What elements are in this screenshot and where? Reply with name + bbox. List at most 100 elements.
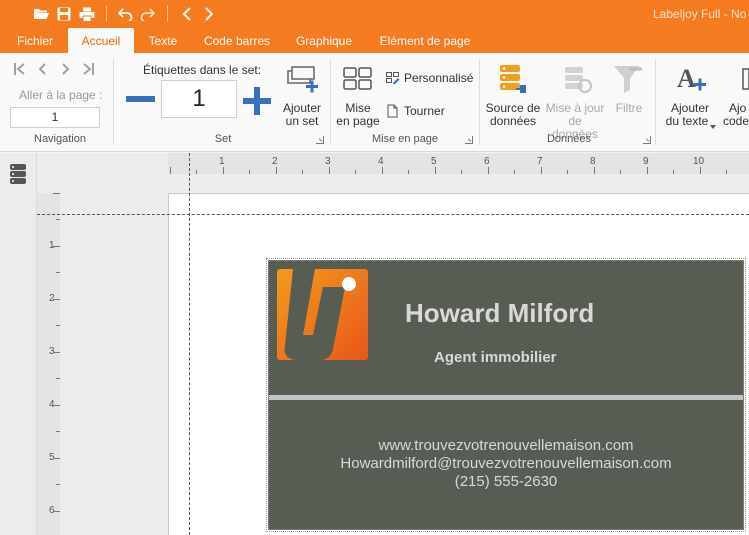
v-ruler-tick [56,325,60,326]
goto-page-label: Aller à la page : [19,88,103,102]
update-data-icon[interactable] [563,65,593,95]
svg-text:A: A [677,64,696,93]
h-ruler-tick [514,170,515,174]
horizontal-ruler: 1 2 3 4 5 6 7 8 9 10 [168,153,749,193]
h-ruler-tick [408,170,409,174]
h-ruler-tick [593,167,595,174]
h-ruler-number: 7 [537,156,543,167]
toolbar-separator [106,6,107,22]
h-ruler-tick [646,167,648,174]
v-ruler-tick [53,298,60,300]
forward-icon[interactable] [201,6,217,22]
ribbon-tabs: Fichier Accueil Texte Code barres Graphi… [0,28,749,53]
h-ruler-tick [169,167,171,174]
print-icon[interactable] [79,6,95,22]
card-job-title[interactable]: Agent immobilier [434,349,557,366]
layout-dialog-launcher-icon[interactable] [465,136,473,144]
h-ruler-tick [275,167,277,174]
add-barcode-icon[interactable] [741,67,749,91]
filter-icon[interactable] [612,63,644,95]
h-ruler-number: 9 [643,156,649,167]
v-ruler-tick [56,272,60,273]
folder-open-icon[interactable] [33,6,49,22]
tab-accueil[interactable]: Accueil [68,28,134,53]
card-name[interactable]: Howard Milford [405,298,594,329]
page-layout-icon[interactable] [343,67,373,91]
add-set-label-2[interactable]: un set [278,115,326,128]
add-text-label-2[interactable]: du texte [661,115,713,128]
add-barcode-label-2[interactable]: code [723,115,749,128]
card-email[interactable]: Howardmilford@trouvezvotrenouvellemaison… [269,455,743,472]
h-ruler-tick [726,170,727,174]
card-phone[interactable]: (215) 555-2630 [269,473,743,490]
h-ruler-tick [222,167,224,174]
custom-layout-label[interactable]: Personnalisé [404,72,474,85]
ruler-corner [37,153,168,193]
h-ruler-tick [302,170,303,174]
tab-fichier[interactable]: Fichier [8,28,62,53]
data-dialog-launcher-icon[interactable] [643,136,651,144]
data-source-label-2[interactable]: données [484,115,542,128]
h-ruler-number: 1 [219,156,225,167]
group-label-set: Set [214,133,232,145]
horizontal-guide-line[interactable] [37,214,749,215]
group-separator [479,59,480,145]
previous-page-icon[interactable] [35,61,49,77]
increase-set-button-vertical[interactable] [254,87,260,115]
first-page-icon[interactable] [13,61,27,77]
tab-texte[interactable]: Texte [140,28,186,53]
add-set-icon[interactable] [287,65,319,95]
redo-icon[interactable] [139,6,155,22]
h-ruler-number: 2 [272,156,278,167]
v-ruler-tick [56,219,60,220]
h-ruler-tick [699,167,701,174]
decrease-set-button[interactable] [126,96,155,102]
page-layout-label-2[interactable]: en page [334,115,382,128]
v-ruler-tick [53,351,60,353]
v-ruler-tick [53,404,60,406]
labels-in-set-label: Étiquettes dans le set: [143,63,262,77]
set-dialog-launcher-icon[interactable] [316,136,324,144]
toolbar-separator [167,6,168,22]
tab-element-de-page[interactable]: Elément de page [372,28,478,53]
company-logo-icon[interactable] [277,269,368,360]
rotate-icon[interactable] [386,104,400,118]
group-separator [113,59,114,145]
h-ruler-tick [381,167,383,174]
chevron-down-icon[interactable] [710,118,716,129]
h-ruler-tick [540,167,542,174]
title-bar: Labeljoy Full - No [0,0,749,28]
goto-page-input[interactable]: 1 [10,107,100,128]
back-icon[interactable] [179,6,195,22]
h-ruler-tick [461,170,462,174]
vertical-guide-line[interactable] [189,153,190,535]
last-page-icon[interactable] [80,61,94,77]
v-ruler-tick [53,245,60,247]
undo-icon[interactable] [117,6,133,22]
layers-icon[interactable] [9,163,27,185]
rotate-label[interactable]: Tourner [404,105,454,118]
tab-graphique[interactable]: Graphique [288,28,360,53]
add-text-icon[interactable]: A [676,63,710,95]
card-divider [269,395,743,400]
group-separator [330,59,331,145]
h-ruler-number: 8 [590,156,596,167]
h-ruler-tick [328,167,330,174]
labels-in-set-value[interactable]: 1 [161,80,237,118]
tab-code-barres[interactable]: Code barres [196,28,278,53]
h-ruler-number: 6 [484,156,490,167]
v-ruler-tick [56,431,60,432]
h-ruler-tick [196,170,197,174]
card-website[interactable]: www.trouvezvotrenouvellemaison.com [269,437,743,454]
data-source-icon[interactable] [498,63,528,95]
horizontal-ruler-band [168,153,749,174]
next-page-icon[interactable] [58,61,72,77]
v-ruler-tick [56,484,60,485]
group-label-navigation: Navigation [34,133,86,145]
filter-label[interactable]: Filtre [610,102,648,115]
h-ruler-tick [355,170,356,174]
custom-layout-icon[interactable] [386,72,400,85]
group-label-data: Données [546,133,592,145]
save-icon[interactable] [56,6,72,22]
h-ruler-number: 3 [325,156,331,167]
